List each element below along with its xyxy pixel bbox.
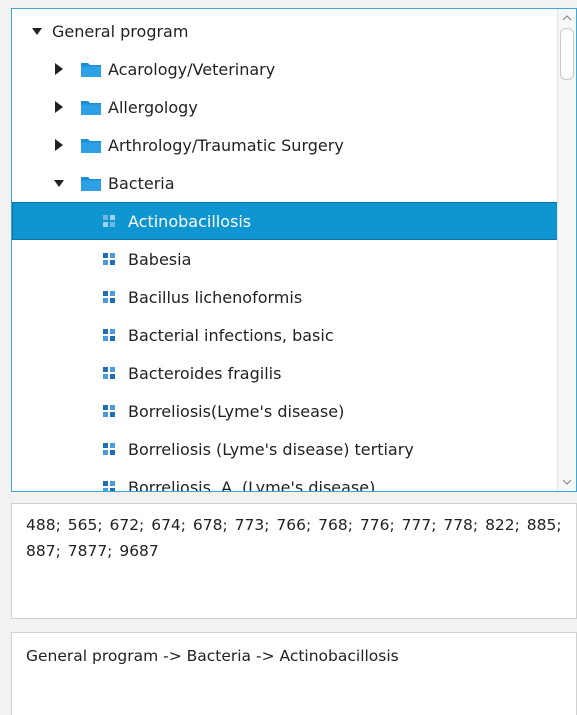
tree-node-label: Arthrology/Traumatic Surgery xyxy=(108,135,344,155)
collapsed-arrow-icon[interactable] xyxy=(53,63,65,75)
tree-rows: General program Acarology/Veterinary All… xyxy=(12,12,558,492)
tree-node-bacterial-infections-basic[interactable]: Bacterial infections, basic xyxy=(12,316,558,354)
frequency-codes-box[interactable]: 488; 565; 672; 674; 678; 773; 766; 768; … xyxy=(11,503,577,619)
tree-node-label: Borreliosis, A. (Lyme's disease) xyxy=(128,477,376,492)
program-icon xyxy=(103,329,115,341)
expanded-arrow-icon[interactable] xyxy=(53,177,65,189)
tree-node-label: Borreliosis (Lyme's disease) tertiary xyxy=(128,439,414,459)
folder-icon xyxy=(81,138,101,153)
selection-path-box[interactable]: General program -> Bacteria -> Actinobac… xyxy=(11,632,577,715)
tree-node-borreliosis[interactable]: Borreliosis(Lyme's disease) xyxy=(12,392,558,430)
tree-node-arthrology[interactable]: Arthrology/Traumatic Surgery xyxy=(12,126,558,164)
tree-node-label: Bacillus lichenoformis xyxy=(128,287,303,307)
scroll-up-icon[interactable] xyxy=(561,13,573,23)
tree-node-babesia[interactable]: Babesia xyxy=(12,240,558,278)
tree-node-label: Bacteroides fragilis xyxy=(128,363,282,383)
scroll-down-icon[interactable] xyxy=(561,477,573,487)
folder-icon xyxy=(81,100,101,115)
program-icon xyxy=(103,367,115,379)
tree-node-label: Acarology/Veterinary xyxy=(108,59,276,79)
tree-node-borreliosis-a[interactable]: Borreliosis, A. (Lyme's disease) xyxy=(12,468,558,492)
expanded-arrow-icon[interactable] xyxy=(31,25,43,37)
tree-node-label: Bacteria xyxy=(108,173,175,193)
tree-node-allergology[interactable]: Allergology xyxy=(12,88,558,126)
tree-node-acarology-veterinary[interactable]: Acarology/Veterinary xyxy=(12,50,558,88)
vertical-scrollbar[interactable] xyxy=(557,9,576,491)
frequency-codes-text: 488; 565; 672; 674; 678; 773; 766; 768; … xyxy=(26,516,562,560)
tree-node-label: Allergology xyxy=(108,97,198,117)
tree-node-actinobacillosis[interactable]: Actinobacillosis xyxy=(12,202,558,240)
program-icon xyxy=(103,291,115,303)
program-icon xyxy=(103,405,115,417)
program-icon xyxy=(103,215,115,227)
selection-path-text: General program -> Bacteria -> Actinobac… xyxy=(26,647,399,665)
program-browser: General program Acarology/Veterinary All… xyxy=(0,0,577,715)
folder-icon xyxy=(81,176,101,191)
tree-node-bacillus-lichenoformis[interactable]: Bacillus lichenoformis xyxy=(12,278,558,316)
tree-node-general-program[interactable]: General program xyxy=(12,12,558,50)
tree-node-label: Actinobacillosis xyxy=(128,211,252,231)
collapsed-arrow-icon[interactable] xyxy=(53,101,65,113)
collapsed-arrow-icon[interactable] xyxy=(53,139,65,151)
program-icon xyxy=(103,253,115,265)
tree-node-label: Bacterial infections, basic xyxy=(128,325,334,345)
tree-node-bacteria[interactable]: Bacteria xyxy=(12,164,558,202)
tree-node-label: Babesia xyxy=(128,249,192,269)
scrollbar-thumb[interactable] xyxy=(560,28,574,80)
tree-node-label: Borreliosis(Lyme's disease) xyxy=(128,401,345,421)
folder-icon xyxy=(81,62,101,77)
tree-node-bacteroides-fragilis[interactable]: Bacteroides fragilis xyxy=(12,354,558,392)
program-tree[interactable]: General program Acarology/Veterinary All… xyxy=(11,8,577,492)
tree-node-label: General program xyxy=(52,21,189,41)
program-icon xyxy=(103,481,115,491)
program-icon xyxy=(103,443,115,455)
tree-node-borreliosis-tertiary[interactable]: Borreliosis (Lyme's disease) tertiary xyxy=(12,430,558,468)
